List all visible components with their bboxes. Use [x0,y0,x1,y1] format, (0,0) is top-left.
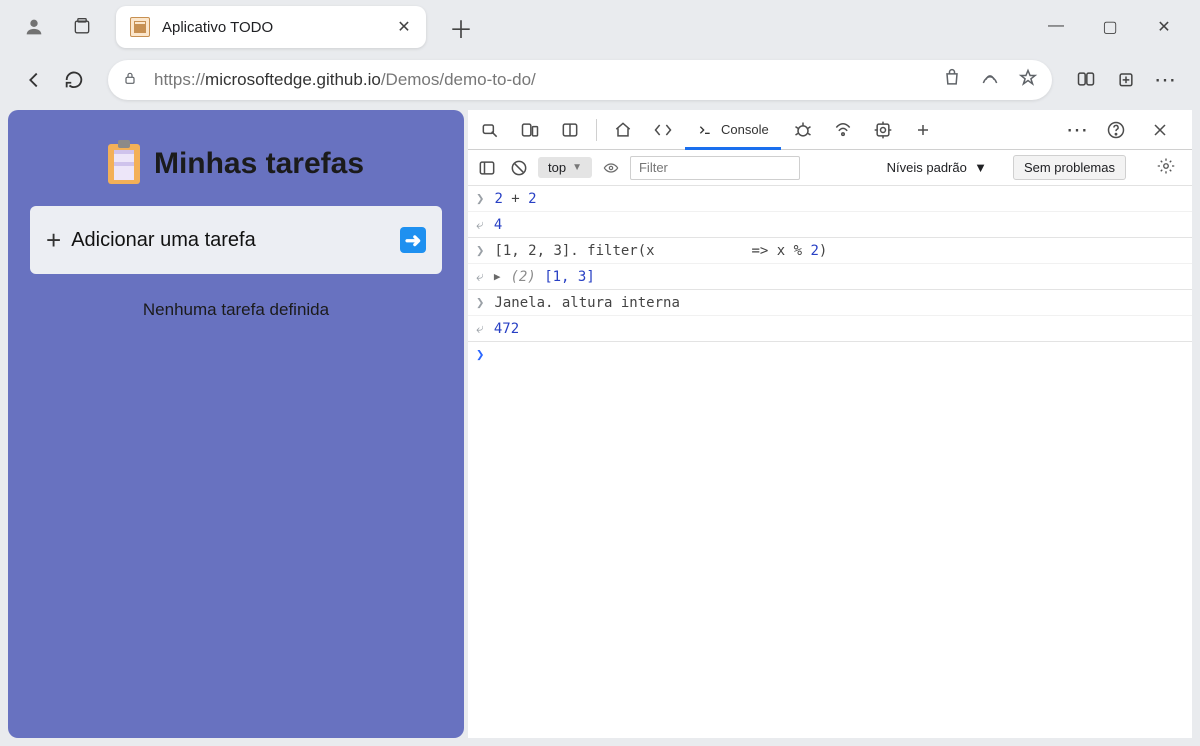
submit-task-button[interactable]: ➜ [400,227,426,253]
menu-button[interactable]: ⋯ [1146,67,1186,93]
console-tab-label: Console [721,122,769,137]
empty-state-text: Nenhuma tarefa definida [30,300,442,320]
maximize-icon[interactable]: ▢ [1100,17,1120,37]
shopping-icon[interactable] [942,68,962,93]
close-devtools-icon[interactable] [1142,114,1178,146]
app-title-text: Minhas tarefas [154,147,364,181]
context-selector[interactable]: top▼ [538,157,592,178]
console-output-row: ⤶ 4 [468,212,1192,238]
network-conditions-icon[interactable] [825,114,861,146]
close-window-icon[interactable]: ✕ [1154,17,1174,37]
performance-icon[interactable] [865,114,901,146]
favorite-icon[interactable] [1018,68,1038,93]
console-output-row: ⤶ 472 [468,316,1192,342]
console-body[interactable]: ❯ 2 + 2 ⤶ 4 ❯ [1, 2, 3]. filter(x => x %… [468,186,1192,738]
welcome-tab[interactable] [605,114,641,146]
log-levels-selector[interactable]: Níveis padrão ▼ [887,160,987,175]
console-tab[interactable]: Console [685,112,781,150]
collections-button[interactable] [1106,69,1146,92]
close-tab-icon[interactable]: ✕ [392,17,416,37]
tab-overview-button[interactable] [64,9,100,45]
address-bar[interactable]: https://microsoftedge.github.io/Demos/de… [108,60,1052,100]
url-text: https://microsoftedge.github.io/Demos/de… [154,70,942,90]
add-task-placeholder: Adicionar uma tarefa [71,229,256,252]
filter-input[interactable] [630,156,800,180]
plus-icon: + [46,225,61,256]
devtools-panel: Console ⋯ top▼ Níveis padrão ▼ Sem probl… [468,110,1192,738]
lock-icon [122,70,138,91]
content: Minhas tarefas + Adicionar uma tarefa ➜ … [0,106,1200,746]
sidebar-toggle-icon[interactable] [474,152,500,184]
input-caret-icon: ❯ [476,295,484,311]
devtools-menu-icon[interactable]: ⋯ [1066,117,1090,143]
toolbar-right: Níveis padrão ▼ Sem problemas [887,155,1186,180]
clipboard-icon [108,144,140,184]
console-input-row: ❯ Janela. altura interna [468,290,1192,316]
refresh-button[interactable] [54,60,94,100]
minimize-icon[interactable]: — [1046,17,1066,37]
live-expression-icon[interactable] [598,152,624,184]
output-caret-icon: ⤶ [476,269,484,285]
help-icon[interactable] [1098,114,1134,146]
issues-button[interactable]: Sem problemas [1013,155,1126,180]
console-settings-icon[interactable] [1152,157,1180,178]
bug-icon[interactable] [785,114,821,146]
tab-favicon [130,17,150,37]
app-title: Minhas tarefas [30,132,442,196]
console-output-row: ⤶ ▶ (2) [1, 3] [468,264,1192,290]
profile-button[interactable] [16,9,52,45]
back-button[interactable] [14,60,54,100]
console-input-row: ❯ [1, 2, 3]. filter(x => x % 2) [468,238,1192,264]
expand-icon[interactable]: ▶ [494,270,501,283]
split-screen-button[interactable] [1066,69,1106,92]
new-tab-button[interactable]: ＋ [440,6,482,48]
inspect-icon[interactable] [472,114,508,146]
clear-console-icon[interactable] [506,152,532,184]
add-task-input[interactable]: + Adicionar uma tarefa ➜ [30,206,442,274]
input-caret-icon: ❯ [476,243,484,259]
dock-icon[interactable] [552,114,588,146]
more-tabs-icon[interactable] [905,114,941,146]
elements-tab[interactable] [645,114,681,146]
input-caret-icon: ❯ [476,191,484,207]
titlebar: Aplicativo TODO ✕ ＋ — ▢ ✕ [0,0,1200,54]
devtools-tabs: Console ⋯ [468,110,1192,150]
address-actions [942,68,1038,93]
browser-tab[interactable]: Aplicativo TODO ✕ [116,6,426,48]
todo-app: Minhas tarefas + Adicionar uma tarefa ➜ … [8,110,464,738]
console-toolbar: top▼ Níveis padrão ▼ Sem problemas [468,150,1192,186]
device-icon[interactable] [512,114,548,146]
address-bar-row: https://microsoftedge.github.io/Demos/de… [0,54,1200,106]
window-controls: — ▢ ✕ [1046,17,1190,37]
output-caret-icon: ⤶ [476,321,484,337]
prompt-caret-icon: ❯ [476,347,484,363]
console-input-row: ❯ 2 + 2 [468,186,1192,212]
tab-title: Aplicativo TODO [162,19,392,36]
output-caret-icon: ⤶ [476,217,484,233]
read-aloud-icon[interactable] [980,68,1000,93]
console-prompt[interactable]: ❯ [468,342,1192,368]
